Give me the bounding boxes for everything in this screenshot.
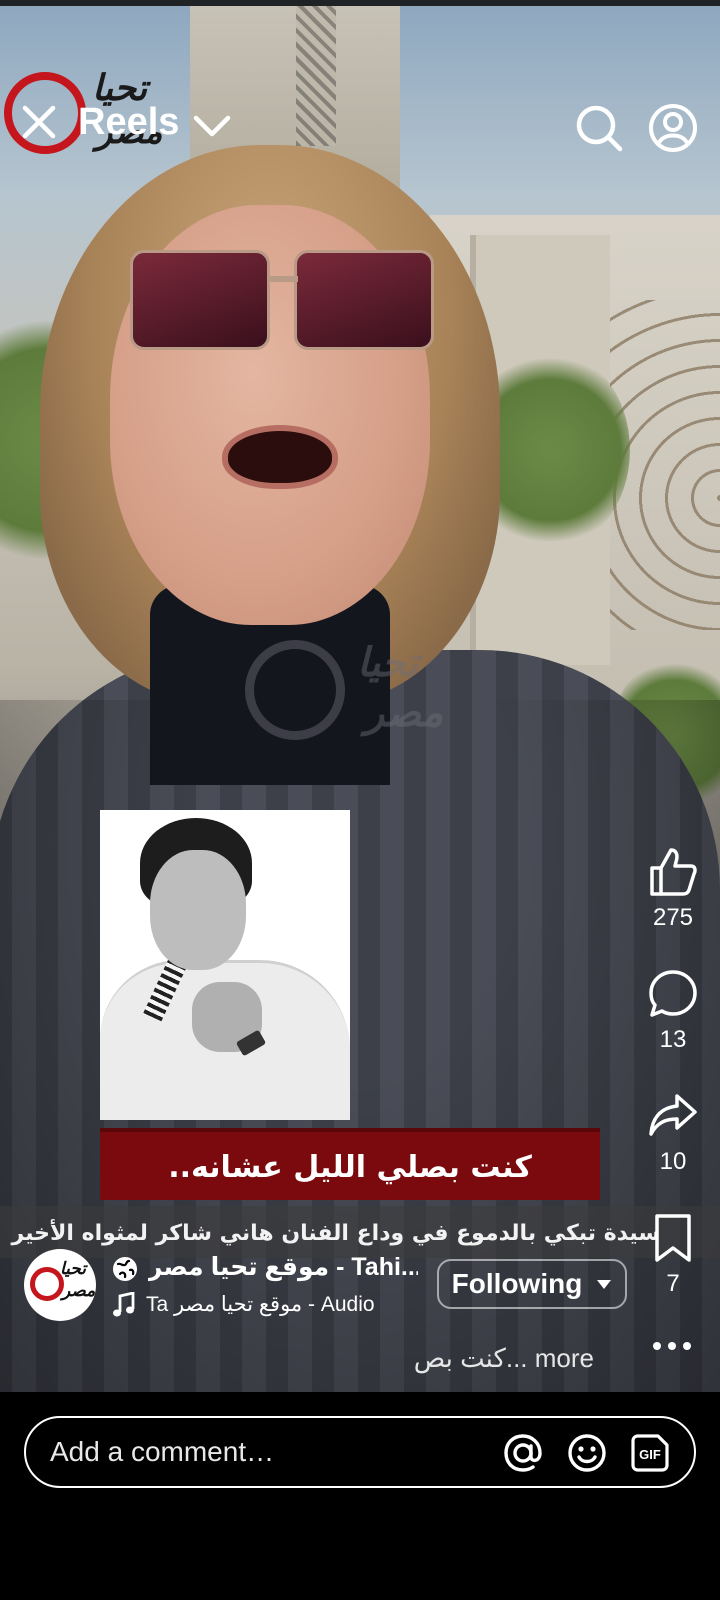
watermark-logo-text-bottom: مصر <box>365 690 444 736</box>
search-icon[interactable] <box>574 103 624 153</box>
caption-preview[interactable]: كنت بص... more <box>330 1338 594 1378</box>
comment-count: 13 <box>659 1026 687 1053</box>
mention-icon[interactable] <box>502 1432 544 1474</box>
following-label: Following <box>451 1268 583 1299</box>
inset-portrait <box>100 810 350 1120</box>
share-count: 10 <box>659 1148 687 1175</box>
inset-face <box>150 850 246 970</box>
share-icon[interactable] <box>647 1090 699 1142</box>
emoji-icon[interactable] <box>566 1432 608 1474</box>
more-icon[interactable] <box>650 1334 694 1358</box>
following-button[interactable]: Following <box>437 1259 627 1309</box>
comment-action[interactable]: 13 <box>640 968 706 1054</box>
person-mouth <box>222 425 338 489</box>
save-action[interactable]: 7 <box>640 1212 706 1298</box>
profile-icon[interactable] <box>648 103 698 153</box>
music-icon <box>113 1292 135 1317</box>
watermark-logo: تحيا مصر <box>245 640 475 750</box>
sunglasses-lens-right <box>294 250 434 350</box>
author-avatar[interactable]: تحيا مصر <box>24 1249 96 1321</box>
reels-title[interactable]: Reels <box>78 100 179 144</box>
sunglasses-lens-left <box>130 250 270 350</box>
avatar-logo-text-top: تحيا <box>60 1259 87 1279</box>
quote-banner-text: كنت بصلي الليل عشانه.. <box>168 1150 532 1185</box>
comment-placeholder[interactable]: Add a comment… <box>50 1432 274 1472</box>
save-icon[interactable] <box>647 1212 699 1264</box>
audio-track[interactable]: Ta موقع تحيا مصر - Audio <box>146 1289 406 1321</box>
gif-label: GIF <box>639 1447 661 1462</box>
watermark-logo-ring <box>245 640 345 740</box>
caret-down-icon <box>597 1280 612 1289</box>
sunglasses-bridge <box>268 276 298 282</box>
share-action[interactable]: 10 <box>640 1090 706 1176</box>
video-caption-title: سيدة تبكي بالدموع في وداع الفنان هاني شا… <box>11 1221 660 1246</box>
save-count: 7 <box>666 1270 680 1297</box>
comment-icon[interactable] <box>647 968 699 1020</box>
gif-icon[interactable]: GIF <box>630 1433 670 1473</box>
chevron-down-icon[interactable] <box>192 110 232 140</box>
avatar-logo-ring <box>30 1267 64 1301</box>
author-name[interactable]: موقع تحيا مصر - Tahi... <box>148 1250 418 1284</box>
like-action[interactable]: 275 <box>640 846 706 932</box>
reel-video[interactable]: تحيا مصر كنت بصلي الليل عشانه.. سيدة تبك… <box>0 0 720 1392</box>
close-icon[interactable] <box>20 103 58 141</box>
watermark-logo-text-top: تحيا <box>357 640 419 686</box>
quote-banner: كنت بصلي الليل عشانه.. <box>100 1128 600 1200</box>
like-icon[interactable] <box>647 846 699 898</box>
avatar-logo-text-bottom: مصر <box>62 1281 96 1301</box>
globe-icon <box>113 1257 137 1281</box>
background-pattern <box>296 6 336 146</box>
like-count: 275 <box>652 904 694 931</box>
